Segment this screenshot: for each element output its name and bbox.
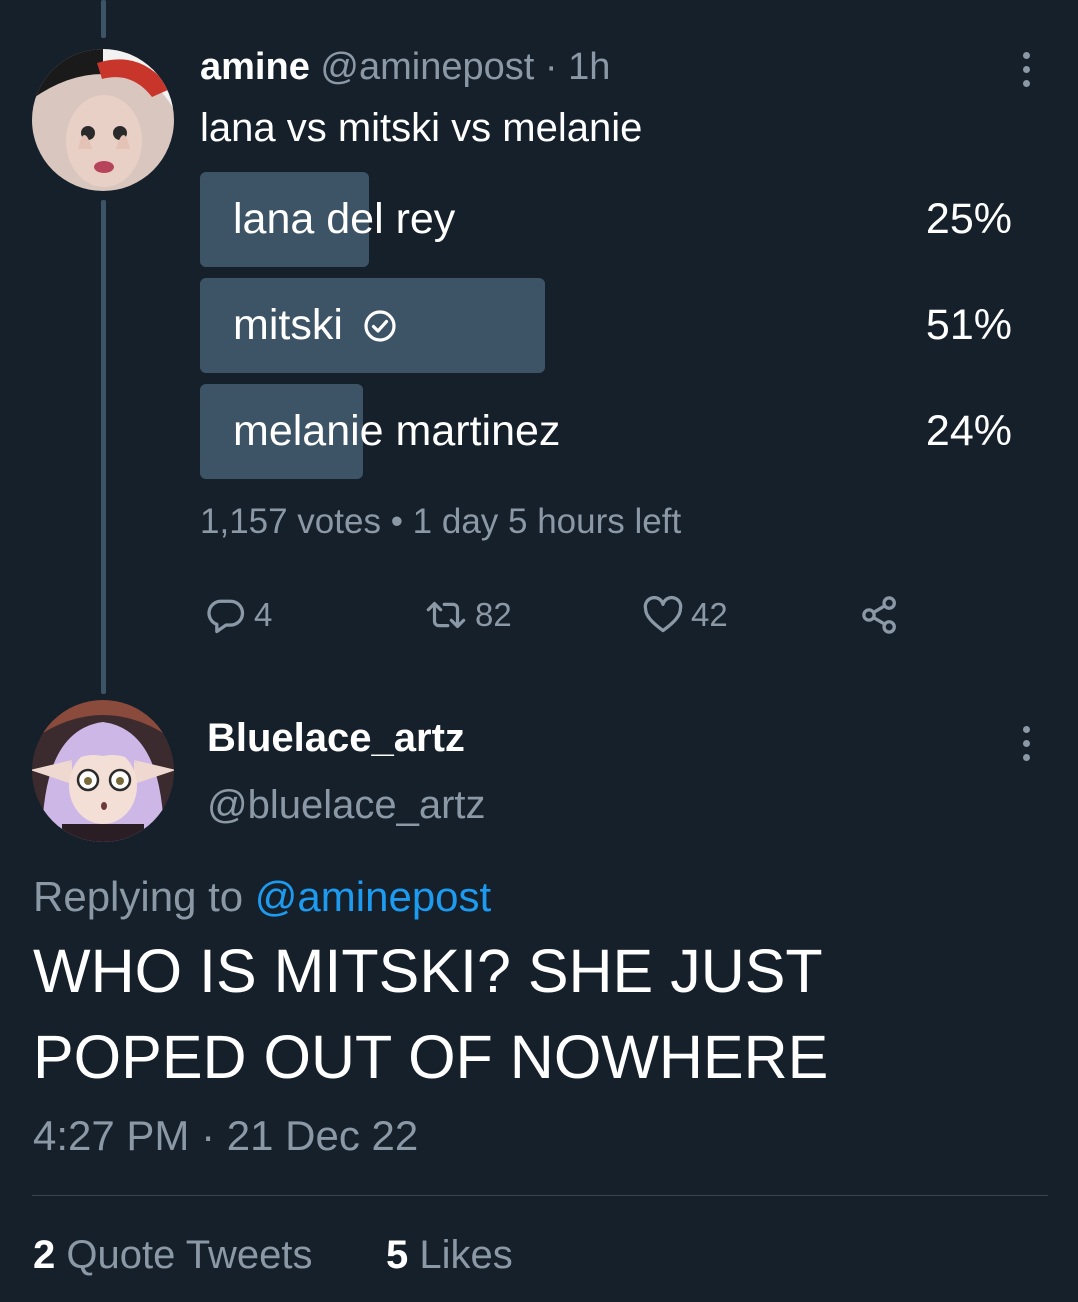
share-icon [862,596,896,634]
poll-option-percent: 25% [925,195,1012,243]
avatar-image [32,700,174,842]
replying-to-handle[interactable]: @aminepost [255,873,491,920]
tweet-time[interactable]: 1h [568,46,610,88]
reply-icon [207,599,245,634]
meta-separator: · [544,46,558,88]
replying-to: Replying to @aminepost [33,873,491,921]
poll-option-label: lana del rey [233,195,456,243]
reply-count: 4 [254,596,273,633]
quote-tweets-stat[interactable]: 2 Quote Tweets [33,1233,312,1278]
retweet-button[interactable]: 82 [423,593,512,637]
poll-summary: 1,157 votes • 1 day 5 hours left [200,502,682,541]
like-button[interactable]: 42 [641,593,728,637]
more-options-icon[interactable] [1021,52,1031,87]
replying-to-label: Replying to [33,873,255,920]
poll-option-label: melanie martinez [233,407,561,455]
tweet-text: lana vs mitski vs melanie [200,106,643,150]
quote-count: 2 [33,1233,56,1277]
share-button[interactable] [858,593,902,637]
likes-stat[interactable]: 5 Likes [386,1233,513,1278]
more-options-icon[interactable] [1021,726,1031,761]
poll-option-percent: 24% [925,407,1012,455]
thread-line [101,200,106,694]
quote-label: Quote Tweets [66,1233,313,1277]
poll-option-mitski[interactable]: mitski 51% [200,278,1012,373]
retweet-count: 82 [475,596,512,633]
like-count: 42 [691,596,728,633]
check-circle-icon [364,309,396,342]
thread-line-top [101,0,106,38]
reply-timestamp[interactable]: 4:27 PM · 21 Dec 22 [33,1112,418,1160]
avatar-amine[interactable] [32,49,174,191]
reply-button[interactable]: 4 [204,593,272,637]
poll-option-lana[interactable]: lana del rey 25% [200,172,1012,267]
reply-text-line-1: WHO IS MITSKI? SHE JUST [33,937,823,1005]
divider [32,1195,1048,1196]
reply-author-handle[interactable]: @bluelace_artz [207,783,486,828]
reply-text-line-2: POPED OUT OF NOWHERE [33,1023,829,1091]
poll-option-percent: 51% [925,301,1012,349]
retweet-icon [426,601,466,629]
likes-label: Likes [419,1233,513,1277]
poll-option-melanie[interactable]: melanie martinez 24% [200,384,1012,479]
avatar-bluelace[interactable] [32,700,174,842]
heart-icon [643,595,683,633]
poll-option-label: mitski [233,301,343,349]
author-handle[interactable]: @aminepost [320,46,534,88]
reply-author-name[interactable]: Bluelace_artz [207,716,465,761]
author-name[interactable]: amine [200,46,310,88]
likes-count: 5 [386,1233,409,1277]
avatar-image [32,49,174,191]
